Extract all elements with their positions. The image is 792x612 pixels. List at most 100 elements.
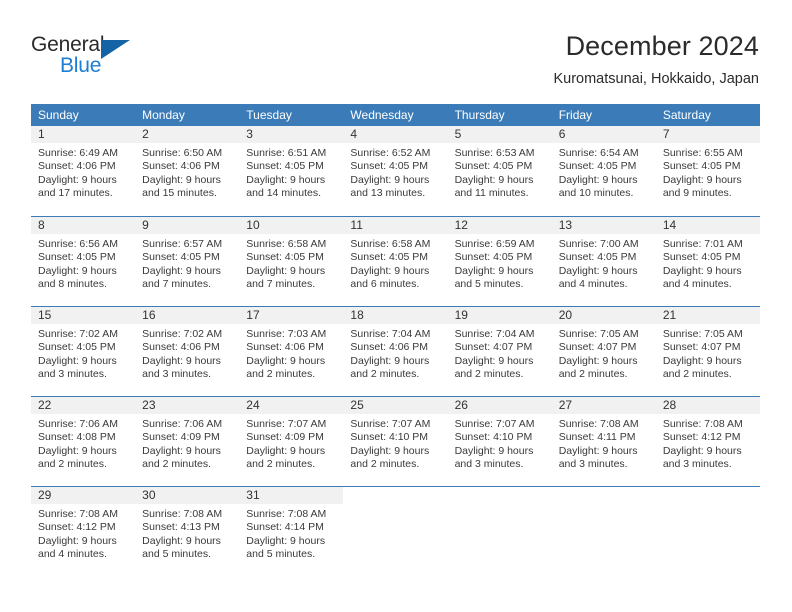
day-details: Sunrise: 6:51 AM Sunset: 4:05 PM Daylight:… <box>239 143 343 201</box>
day-number-band: 12 <box>447 217 552 234</box>
calendar-day-cell[interactable]: 31 Sunrise: 7:08 AM Sunset: 4:14 PM Dayligh… <box>239 487 344 576</box>
calendar-week-row: 29 Sunrise: 7:08 AM Sunset: 4:12 PM Dayligh… <box>31 486 760 576</box>
sunrise-text: Sunrise: 7:07 AM <box>246 418 327 430</box>
sunrise-text: Sunrise: 7:02 AM <box>38 328 118 340</box>
daylight-text-line1: Daylight: 9 hours <box>142 444 221 457</box>
day-details: Sunrise: 7:08 AM Sunset: 4:13 PM Daylight:… <box>135 504 239 562</box>
daylight-text-line1: Daylight: 9 hours <box>246 264 326 277</box>
calendar-day-cell[interactable]: 14 Sunrise: 7:01 AM Sunset: 4:05 PM Dayligh… <box>655 217 760 306</box>
page-title: December 2024 <box>565 31 759 61</box>
daylight-text-line1: Daylight: 9 hours <box>38 534 117 547</box>
sunrise-text: Sunrise: 6:49 AM <box>38 147 118 159</box>
sunrise-text: Sunrise: 7:02 AM <box>142 328 223 340</box>
sunrise-text: Sunrise: 6:56 AM <box>38 238 118 250</box>
calendar-day-cell[interactable]: 15 Sunrise: 7:02 AM Sunset: 4:05 PM Dayligh… <box>31 307 136 396</box>
calendar-day-cell[interactable]: 16 Sunrise: 7:02 AM Sunset: 4:06 PM Dayligh… <box>135 307 240 396</box>
day-number-band: 30 <box>135 487 240 504</box>
daylight-text-line2: and 2 minutes. <box>246 458 316 471</box>
daylight-text-line2: and 11 minutes. <box>454 187 529 200</box>
daylight-text-line2: and 15 minutes. <box>142 187 217 200</box>
sunset-text: Sunset: 4:10 PM <box>454 431 533 444</box>
sunset-text: Sunset: 4:06 PM <box>142 341 220 354</box>
day-details: Sunrise: 7:08 AM Sunset: 4:12 PM Daylight:… <box>656 414 760 472</box>
calendar-day-cell[interactable]: 21 Sunrise: 7:05 AM Sunset: 4:07 PM Dayligh… <box>655 307 760 396</box>
daylight-text-line1: Daylight: 9 hours <box>558 354 638 367</box>
title-block: December 2024 Kuromatsunai, Hokkaido, Ja… <box>553 30 759 88</box>
day-number-band <box>552 487 656 504</box>
day-number: 22 <box>38 398 52 412</box>
day-number-band: 20 <box>551 307 656 324</box>
daylight-text-line2: and 7 minutes. <box>142 278 212 291</box>
sunrise-text: Sunrise: 6:52 AM <box>350 147 431 159</box>
calendar-week-row: 8 Sunrise: 6:56 AM Sunset: 4:05 PM Daylight… <box>31 216 760 306</box>
daylight-text-line1: Daylight: 9 hours <box>350 444 430 457</box>
calendar-day-cell[interactable]: 18 Sunrise: 7:04 AM Sunset: 4:06 PM Dayligh… <box>343 307 448 396</box>
daylight-text-line2: and 2 minutes. <box>38 458 107 471</box>
calendar-day-cell-empty <box>655 487 760 576</box>
day-number: 20 <box>558 308 573 322</box>
sunset-text: Sunset: 4:07 PM <box>454 341 533 354</box>
calendar-day-cell[interactable]: 12 Sunrise: 6:59 AM Sunset: 4:05 PM Dayligh… <box>447 217 552 306</box>
day-number-band: 28 <box>655 397 760 414</box>
daylight-text-line2: and 4 minutes. <box>558 278 628 291</box>
calendar-day-cell[interactable]: 27 Sunrise: 7:08 AM Sunset: 4:11 PM Dayligh… <box>551 397 656 486</box>
weekday-header-friday: Friday <box>558 108 593 122</box>
day-number: 21 <box>662 308 677 322</box>
calendar-day-cell[interactable]: 20 Sunrise: 7:05 AM Sunset: 4:07 PM Dayligh… <box>551 307 656 396</box>
day-number: 31 <box>246 488 260 502</box>
day-details: Sunrise: 7:05 AM Sunset: 4:07 PM Daylight:… <box>552 324 656 382</box>
calendar-day-cell[interactable]: 11 Sunrise: 6:58 AM Sunset: 4:05 PM Dayligh… <box>343 217 448 306</box>
day-details: Sunrise: 7:02 AM Sunset: 4:06 PM Daylight:… <box>135 324 239 382</box>
daylight-text-line1: Daylight: 9 hours <box>38 173 117 186</box>
calendar-day-cell[interactable]: 25 Sunrise: 7:07 AM Sunset: 4:10 PM Dayligh… <box>343 397 448 486</box>
calendar-day-cell[interactable]: 5 Sunrise: 6:53 AM Sunset: 4:05 PM Daylight… <box>447 126 552 216</box>
sunset-text: Sunset: 4:09 PM <box>246 431 324 444</box>
daylight-text-line2: and 2 minutes. <box>662 368 732 381</box>
calendar-day-cell[interactable]: 6 Sunrise: 6:54 AM Sunset: 4:05 PM Daylight… <box>551 126 656 216</box>
daylight-text-line2: and 9 minutes. <box>662 187 732 200</box>
day-number-band: 29 <box>31 487 136 504</box>
calendar-day-cell[interactable]: 8 Sunrise: 6:56 AM Sunset: 4:05 PM Daylight… <box>31 217 136 306</box>
calendar-day-cell[interactable]: 26 Sunrise: 7:07 AM Sunset: 4:10 PM Dayligh… <box>447 397 552 486</box>
calendar-day-cell[interactable]: 30 Sunrise: 7:08 AM Sunset: 4:13 PM Dayligh… <box>135 487 240 576</box>
daylight-text-line2: and 14 minutes. <box>246 187 321 200</box>
daylight-text-line1: Daylight: 9 hours <box>246 534 326 547</box>
calendar-day-cell[interactable]: 9 Sunrise: 6:57 AM Sunset: 4:05 PM Daylight… <box>135 217 240 306</box>
calendar-day-cell[interactable]: 28 Sunrise: 7:08 AM Sunset: 4:12 PM Dayligh… <box>655 397 760 486</box>
calendar-day-cell[interactable]: 2 Sunrise: 6:50 AM Sunset: 4:06 PM Daylight… <box>135 126 240 216</box>
daylight-text-line1: Daylight: 9 hours <box>662 264 742 277</box>
calendar-day-cell[interactable]: 24 Sunrise: 7:07 AM Sunset: 4:09 PM Dayligh… <box>239 397 344 486</box>
calendar-day-cell[interactable]: 13 Sunrise: 7:00 AM Sunset: 4:05 PM Dayligh… <box>551 217 656 306</box>
calendar-day-cell[interactable]: 10 Sunrise: 6:58 AM Sunset: 4:05 PM Dayligh… <box>239 217 344 306</box>
sunrise-text: Sunrise: 7:04 AM <box>350 328 431 340</box>
daylight-text-line2: and 7 minutes. <box>246 278 316 291</box>
calendar-day-cell[interactable]: 19 Sunrise: 7:04 AM Sunset: 4:07 PM Dayligh… <box>447 307 552 396</box>
calendar-day-cell[interactable]: 23 Sunrise: 7:06 AM Sunset: 4:09 PM Dayligh… <box>135 397 240 486</box>
day-number-band: 22 <box>31 397 136 414</box>
day-details: Sunrise: 6:54 AM Sunset: 4:05 PM Daylight:… <box>552 143 656 201</box>
day-number-band <box>343 487 447 504</box>
calendar-day-cell[interactable]: 1 Sunrise: 6:49 AM Sunset: 4:06 PM Daylight… <box>31 126 136 216</box>
calendar-day-cell[interactable]: 29 Sunrise: 7:08 AM Sunset: 4:12 PM Dayligh… <box>31 487 136 576</box>
calendar-day-cell[interactable]: 22 Sunrise: 7:06 AM Sunset: 4:08 PM Dayligh… <box>31 397 136 486</box>
daylight-text-line2: and 3 minutes. <box>662 458 732 471</box>
day-number: 26 <box>454 398 468 412</box>
generalblue-logo[interactable]: General Blue <box>31 33 191 81</box>
calendar-day-cell[interactable]: 4 Sunrise: 6:52 AM Sunset: 4:05 PM Daylight… <box>343 126 448 216</box>
calendar-day-cell[interactable]: 17 Sunrise: 7:03 AM Sunset: 4:06 PM Dayligh… <box>239 307 344 396</box>
day-details: Sunrise: 6:53 AM Sunset: 4:05 PM Daylight:… <box>448 143 552 201</box>
day-number-band: 11 <box>343 217 448 234</box>
day-number-band: 5 <box>447 126 552 143</box>
sunset-text: Sunset: 4:05 PM <box>662 251 741 264</box>
day-number-band: 31 <box>239 487 344 504</box>
daylight-text-line1: Daylight: 9 hours <box>558 444 638 457</box>
daylight-text-line1: Daylight: 9 hours <box>350 173 430 186</box>
calendar-page: General Blue December 2024 Kuromatsunai,… <box>0 0 792 612</box>
day-number: 30 <box>142 488 156 502</box>
calendar-day-cell-empty <box>447 487 552 576</box>
calendar-day-cell-empty <box>343 487 448 576</box>
calendar-day-cell[interactable]: 7 Sunrise: 6:55 AM Sunset: 4:05 PM Daylight… <box>655 126 760 216</box>
calendar-day-cell[interactable]: 3 Sunrise: 6:51 AM Sunset: 4:05 PM Daylight… <box>239 126 344 216</box>
sunrise-text: Sunrise: 7:08 AM <box>38 508 118 520</box>
sunrise-text: Sunrise: 7:08 AM <box>246 508 327 520</box>
